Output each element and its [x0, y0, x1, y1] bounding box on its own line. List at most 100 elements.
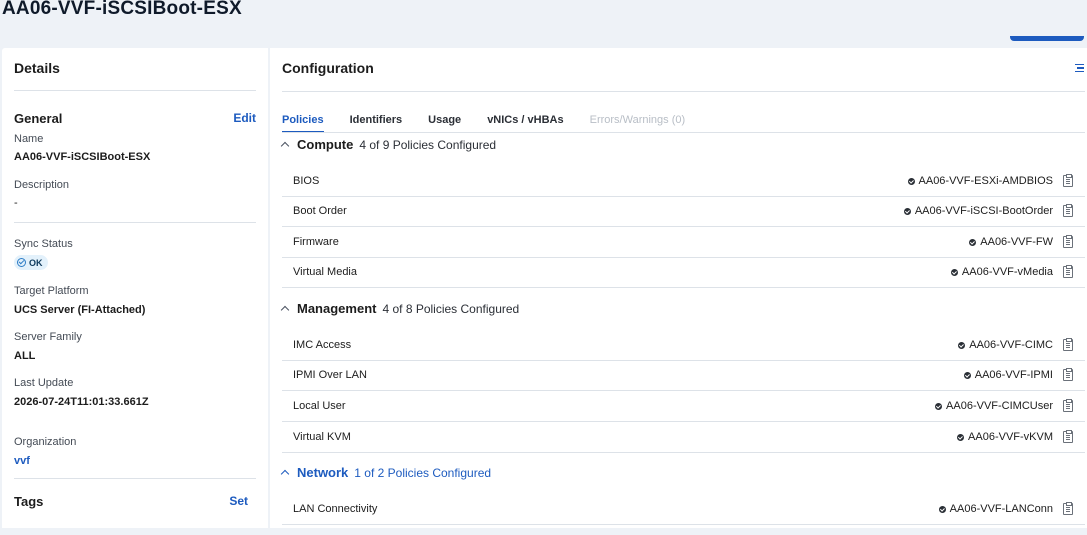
name-label: Name: [14, 133, 44, 145]
clipboard-icon[interactable]: [1063, 204, 1073, 217]
policy-link[interactable]: AA06-VVF-IPMI: [963, 369, 1053, 381]
group-title: Compute: [297, 137, 354, 152]
check-dot-icon: [938, 505, 946, 513]
divider: [14, 222, 256, 223]
check-dot-icon: [963, 371, 971, 379]
page-footer-strip: [0, 528, 1087, 535]
policy-link[interactable]: AA06-VVF-CIMC: [958, 339, 1053, 351]
policy-row-lan-connectivity: LAN Connectivity AA06-VVF-LANConn: [282, 495, 1085, 525]
policy-type: Local User: [293, 400, 346, 412]
policy-name[interactable]: AA06-VVF-vMedia: [962, 266, 1053, 278]
server-family-label: Server Family: [14, 331, 82, 343]
divider: [14, 90, 256, 91]
list-menu-icon[interactable]: [1075, 64, 1084, 73]
check-dot-icon: [903, 207, 911, 215]
policy-row-imc-access: IMC Access AA06-VVF-CIMC: [282, 331, 1085, 361]
tab-usage[interactable]: Usage: [428, 114, 461, 133]
sync-status-badge: OK: [14, 255, 48, 270]
policy-type: BIOS: [293, 175, 320, 187]
clipboard-icon[interactable]: [1063, 338, 1073, 351]
policy-name[interactable]: AA06-VVF-IPMI: [975, 369, 1053, 381]
policy-row-bios: BIOS AA06-VVF-ESXi-AMDBIOS: [282, 167, 1085, 197]
server-family-value: ALL: [14, 350, 36, 362]
clipboard-icon[interactable]: [1063, 174, 1073, 187]
policy-row-boot-order: Boot Order AA06-VVF-iSCSI-BootOrder: [282, 197, 1085, 227]
policy-row-ipmi-over-lan: IPMI Over LAN AA06-VVF-IPMI: [282, 361, 1085, 391]
policy-row-virtual-media: Virtual Media AA06-VVF-vMedia: [282, 258, 1085, 288]
policy-type: Boot Order: [293, 205, 347, 217]
clipboard-icon[interactable]: [1063, 502, 1073, 515]
check-dot-icon: [907, 177, 915, 185]
tab-vnics-vhbas[interactable]: vNICs / vHBAs: [487, 114, 563, 133]
clipboard-icon[interactable]: [1063, 430, 1073, 443]
policy-link[interactable]: AA06-VVF-FW: [969, 236, 1053, 248]
policy-type: LAN Connectivity: [293, 503, 378, 515]
policy-link[interactable]: AA06-VVF-LANConn: [938, 503, 1053, 515]
clipboard-icon[interactable]: [1063, 265, 1073, 278]
policy-type: IPMI Over LAN: [293, 369, 367, 381]
configuration-panel: Configuration Policies Identifiers Usage…: [270, 48, 1087, 528]
configuration-header: Configuration: [282, 60, 374, 76]
organization-link[interactable]: vvf: [14, 455, 30, 467]
chevron-up-icon: [280, 141, 290, 151]
group-title: Management: [297, 301, 377, 316]
last-update-label: Last Update: [14, 377, 74, 389]
edit-general-link[interactable]: Edit: [233, 111, 256, 125]
policy-link[interactable]: AA06-VVF-ESXi-AMDBIOS: [907, 175, 1053, 187]
clipboard-icon[interactable]: [1063, 235, 1073, 248]
policy-name[interactable]: AA06-VVF-ESXi-AMDBIOS: [919, 175, 1053, 187]
clipboard-icon[interactable]: [1063, 368, 1073, 381]
description-label: Description: [14, 179, 70, 191]
chevron-up-icon: [280, 469, 290, 479]
policy-type: IMC Access: [293, 339, 352, 351]
policy-name[interactable]: AA06-VVF-CIMCUser: [946, 400, 1053, 412]
check-dot-icon: [935, 402, 943, 410]
chevron-up-icon: [280, 305, 290, 315]
sync-status-label: Sync Status: [14, 238, 73, 250]
details-panel: Details General Edit Name AA06-VVF-iSCSI…: [2, 48, 268, 528]
check-dot-icon: [950, 268, 958, 276]
policy-name[interactable]: AA06-VVF-CIMC: [969, 339, 1053, 351]
policy-name[interactable]: AA06-VVF-LANConn: [950, 503, 1053, 515]
page-title: AA06-VVF-iSCSIBoot-ESX: [2, 0, 242, 19]
last-update-value: 2026-07-24T11:01:33.661Z: [14, 396, 149, 408]
config-tabs: Policies Identifiers Usage vNICs / vHBAs…: [282, 114, 711, 133]
description-value: -: [14, 197, 18, 209]
group-title: Network: [297, 465, 349, 480]
tab-errors-warnings: Errors/Warnings (0): [589, 114, 686, 126]
divider: [282, 91, 1085, 92]
group-summary: 1 of 2 Policies Configured: [354, 465, 492, 480]
policy-link[interactable]: AA06-VVF-vKVM: [957, 431, 1053, 443]
policy-name[interactable]: AA06-VVF-vKVM: [968, 431, 1053, 443]
group-summary: 4 of 9 Policies Configured: [359, 137, 497, 152]
name-value: AA06-VVF-iSCSIBoot-ESX: [14, 151, 151, 163]
policy-link[interactable]: AA06-VVF-vMedia: [950, 266, 1053, 278]
policy-type: Firmware: [293, 236, 339, 248]
target-platform-value: UCS Server (FI-Attached): [14, 304, 146, 316]
policy-name[interactable]: AA06-VVF-FW: [980, 236, 1053, 248]
management-group-toggle[interactable]: Management 4 of 8 Policies Configured: [280, 301, 520, 316]
header-action-button[interactable]: [1010, 36, 1084, 41]
tab-identifiers[interactable]: Identifiers: [350, 114, 403, 133]
clipboard-icon[interactable]: [1063, 399, 1073, 412]
details-header: Details: [14, 60, 60, 76]
general-section-title: General: [14, 111, 63, 126]
policy-name[interactable]: AA06-VVF-iSCSI-BootOrder: [915, 205, 1053, 217]
tab-policies[interactable]: Policies: [282, 114, 324, 133]
check-dot-icon: [969, 238, 977, 246]
policy-row-firmware: Firmware AA06-VVF-FW: [282, 228, 1085, 258]
target-platform-label: Target Platform: [14, 285, 89, 297]
organization-label: Organization: [14, 436, 77, 448]
policy-type: Virtual Media: [293, 266, 357, 278]
policy-row-local-user: Local User AA06-VVF-CIMCUser: [282, 392, 1085, 422]
compute-group-toggle[interactable]: Compute 4 of 9 Policies Configured: [280, 137, 497, 152]
policy-link[interactable]: AA06-VVF-iSCSI-BootOrder: [903, 205, 1053, 217]
check-dot-icon: [958, 341, 966, 349]
set-tags-link[interactable]: Set: [229, 494, 248, 508]
network-group-toggle[interactable]: Network 1 of 2 Policies Configured: [280, 465, 492, 480]
tags-section-title: Tags: [14, 494, 44, 509]
group-summary: 4 of 8 Policies Configured: [382, 301, 520, 316]
policy-row-virtual-kvm: Virtual KVM AA06-VVF-vKVM: [282, 423, 1085, 453]
check-circle-icon: [17, 258, 26, 267]
policy-link[interactable]: AA06-VVF-CIMCUser: [935, 400, 1053, 412]
